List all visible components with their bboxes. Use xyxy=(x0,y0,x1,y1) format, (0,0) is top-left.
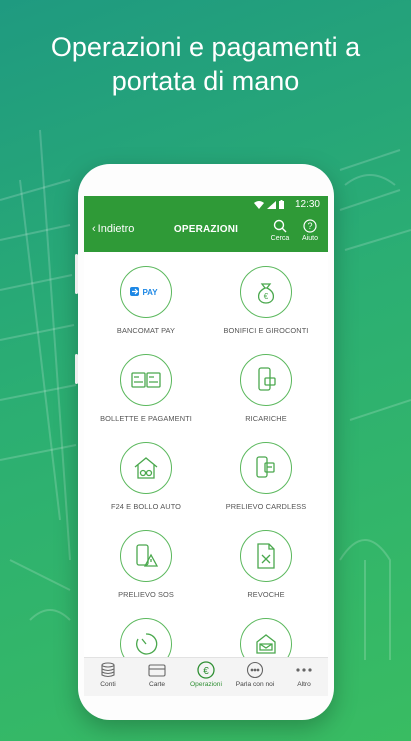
operation-prelievo-sos[interactable]: PRELIEVO SOS xyxy=(86,530,206,599)
operation-label: PRELIEVO SOS xyxy=(118,590,174,599)
more-icon xyxy=(296,668,312,672)
operation-prelievo-cardless[interactable]: PRELIEVO CARDLESS xyxy=(206,442,326,511)
operation-label: PRELIEVO CARDLESS xyxy=(225,502,307,511)
operation-label: BOLLETTE E PAGAMENTI xyxy=(100,414,192,423)
bottom-tab-bar: Conti Carte € Operazioni Parla con noi A… xyxy=(84,657,328,696)
operation-label: BANCOMAT PAY xyxy=(116,326,176,335)
headline-line-2: portata di mano xyxy=(111,66,300,96)
operation-bonifici[interactable]: € BONIFICI E GIROCONTI xyxy=(206,266,326,335)
operation-label: REVOCHE xyxy=(247,590,285,599)
app-bar: ‹ Indietro OPERAZIONI Cerca ? Aiuto xyxy=(84,214,328,252)
status-time: 12:30 xyxy=(294,199,320,210)
search-icon xyxy=(273,219,287,233)
cardless-withdrawal-icon xyxy=(240,442,292,494)
euro-icon: € xyxy=(197,661,215,679)
sos-withdrawal-icon xyxy=(120,530,172,582)
status-bar: 12:30 xyxy=(84,196,328,214)
headline-line-1: Operazioni e pagamenti a xyxy=(50,32,361,62)
tab-operazioni[interactable]: € Operazioni xyxy=(182,661,230,688)
phone-power-button xyxy=(75,354,78,384)
operation-f24[interactable]: F24 E BOLLO AUTO xyxy=(86,442,206,511)
bancomat-pay-icon: PAY xyxy=(120,266,172,318)
tab-label: Operazioni xyxy=(190,681,222,688)
help-icon: ? xyxy=(303,219,317,233)
status-icons xyxy=(254,200,284,209)
revoke-document-icon xyxy=(240,530,292,582)
tab-label: Altro xyxy=(297,681,311,688)
back-label: Indietro xyxy=(97,223,135,235)
svg-text:€: € xyxy=(264,292,269,301)
search-button[interactable]: Cerca xyxy=(267,218,293,242)
help-button[interactable]: ? Aiuto xyxy=(297,218,323,242)
operation-ricariche[interactable]: RICARICHE xyxy=(206,354,326,423)
wifi-icon xyxy=(254,200,264,209)
operations-grid: PAY BANCOMAT PAY € BONIFICI E GIROCONTI xyxy=(84,252,328,670)
tab-label: Conti xyxy=(100,681,116,688)
tab-carte[interactable]: Carte xyxy=(133,661,181,688)
phone-volume-button xyxy=(75,254,78,294)
tab-label: Carte xyxy=(148,681,166,688)
card-icon xyxy=(148,664,166,677)
svg-text:€: € xyxy=(203,666,209,677)
phone-recharge-icon xyxy=(240,354,292,406)
chevron-left-icon: ‹ xyxy=(92,223,96,235)
signal-icon xyxy=(267,200,276,209)
battery-icon xyxy=(279,200,284,209)
operation-label: BONIFICI E GIROCONTI xyxy=(223,326,309,335)
search-label: Cerca xyxy=(270,235,290,242)
svg-text:?: ? xyxy=(307,221,312,231)
headline: Operazioni e pagamenti a portata di mano xyxy=(0,30,411,98)
tab-altro[interactable]: Altro xyxy=(280,661,328,688)
operation-bollette[interactable]: BOLLETTE E PAGAMENTI xyxy=(86,354,206,423)
money-bag-icon: € xyxy=(240,266,292,318)
tab-parla-con-noi[interactable]: Parla con noi xyxy=(231,661,279,688)
house-tax-icon xyxy=(120,442,172,494)
operation-revoche[interactable]: REVOCHE xyxy=(206,530,326,599)
bills-icon xyxy=(120,354,172,406)
back-button[interactable]: ‹ Indietro xyxy=(92,223,134,235)
tab-conti[interactable]: Conti xyxy=(84,661,132,688)
svg-text:PAY: PAY xyxy=(142,288,158,297)
phone-screen: 12:30 ‹ Indietro OPERAZIONI Cerca ? Aiut… xyxy=(84,196,328,696)
chat-icon xyxy=(246,661,264,679)
operation-label: F24 E BOLLO AUTO xyxy=(110,502,182,511)
help-label: Aiuto xyxy=(302,235,318,242)
tab-label: Parla con noi xyxy=(235,681,275,688)
operation-label: RICARICHE xyxy=(245,414,287,423)
coins-icon xyxy=(101,662,115,678)
operation-bancomat-pay[interactable]: PAY BANCOMAT PAY xyxy=(86,266,206,335)
